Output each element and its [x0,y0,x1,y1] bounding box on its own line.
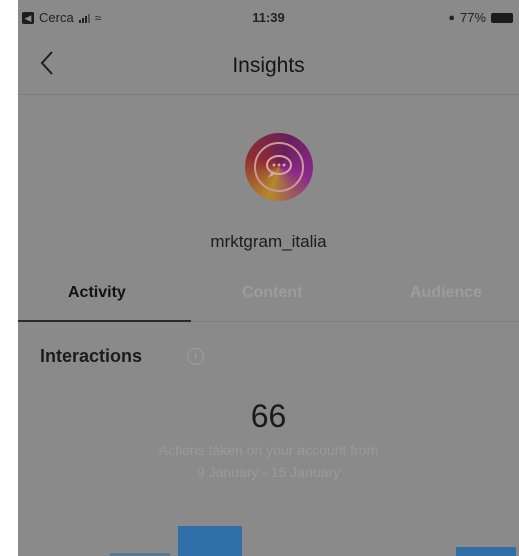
alarm-icon: ● [448,11,455,24]
insights-tabs: Activity Content Audience [18,268,519,322]
chart-bar [456,547,516,556]
tab-content[interactable]: Content [242,284,302,302]
speech-bubble-icon [254,142,304,192]
app-screen: ◀ Cerca ≈ 11:39 ● 77% Insights mrktgram_… [18,0,519,556]
interactions-caption: Actions taken on your account from [158,442,379,458]
interactions-date-range: 9 January - 15 January [196,464,341,480]
tab-audience[interactable]: Audience [410,284,482,302]
navigation-bar: Insights [18,40,519,95]
battery-percent: 77% [459,10,486,25]
info-icon[interactable]: i [187,348,204,365]
profile-username: mrktgram_italia [210,232,327,251]
tab-activity[interactable]: Activity [68,284,126,302]
profile-avatar[interactable] [245,133,313,201]
interactions-count: 66 [250,398,287,434]
status-right: ● 77% [448,10,513,25]
active-tab-indicator [18,320,191,322]
status-bar: ◀ Cerca ≈ 11:39 ● 77% [18,0,519,36]
tabs-divider [191,321,519,322]
status-time: 11:39 [252,10,285,25]
battery-icon [491,12,513,23]
page-title: Insights [232,54,305,77]
chart-bar [178,526,242,556]
interactions-heading: Interactions [40,346,143,366]
